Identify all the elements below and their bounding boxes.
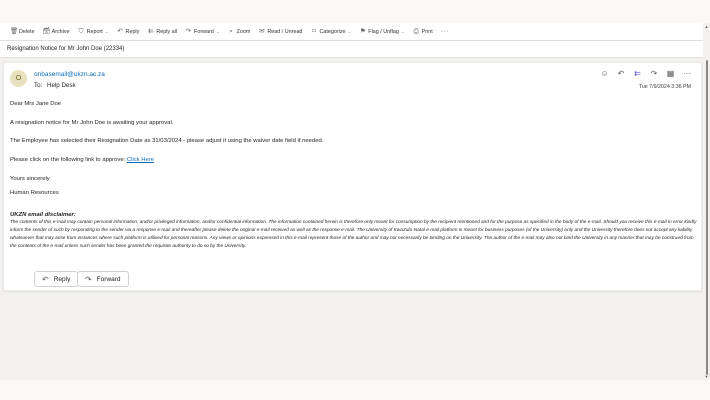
reply-all-icon[interactable]: ⇇ bbox=[632, 69, 644, 79]
scroll-up-arrow-icon[interactable]: ▲ bbox=[704, 24, 709, 30]
reply-icon[interactable]: ↶ bbox=[615, 69, 627, 79]
chevron-down-icon[interactable]: ⌄ bbox=[105, 29, 109, 35]
toolbar-button-label: Print bbox=[421, 28, 433, 35]
reply-icon: ↶ bbox=[42, 274, 49, 284]
toolbar-button-label: Reply all bbox=[156, 28, 178, 35]
toolbar-zoom-button[interactable]: ⌕ Zoom bbox=[224, 25, 255, 39]
disclaimer-title: UKZN email disclaimer: bbox=[10, 212, 76, 218]
forward-button-label: Forward bbox=[96, 275, 121, 283]
reply-button-label: Reply bbox=[53, 275, 71, 283]
disclaimer-text: The contents of this e-mail may contain … bbox=[10, 220, 697, 249]
command-toolbar: 🗑 Delete 🗃 Archive ⛉ Report ⌄ ↶ Reply ⇇ Reply all ↷… bbox=[0, 23, 703, 41]
sender-email[interactable]: onbasemail@ukzn.ac.za bbox=[34, 71, 105, 78]
toolbar-button-label: Archive bbox=[51, 28, 70, 35]
toolbar-read-unread-button[interactable]: ✉ Read / Unread bbox=[254, 25, 306, 39]
message-card: O onbasemail@ukzn.ac.za To: Help Desk ☺ ↶… bbox=[3, 62, 702, 291]
printer-icon: ⎙ bbox=[413, 28, 419, 35]
toolbar-button-label: Forward bbox=[194, 28, 214, 35]
toolbar-print-button[interactable]: ⎙ Print bbox=[409, 25, 437, 39]
toolbar-forward-button[interactable]: ↷ Forward ⌄ bbox=[181, 25, 224, 39]
trash-icon: 🗑 bbox=[10, 28, 19, 35]
message-date: Tue 7/9/2024 3:36 PM bbox=[638, 84, 691, 90]
toolbar-button-label: Delete bbox=[19, 28, 35, 35]
approve-link[interactable]: Click Here bbox=[127, 157, 154, 163]
tag-icon: ⌑ bbox=[312, 28, 316, 35]
toolbar-reply-button[interactable]: ↶ Reply bbox=[113, 25, 144, 39]
chevron-down-icon[interactable]: ⌄ bbox=[401, 29, 405, 35]
toolbar-report-button[interactable]: ⛉ Report ⌄ bbox=[74, 25, 113, 39]
toolbar-archive-button[interactable]: 🗃 Archive bbox=[39, 25, 74, 39]
chevron-down-icon[interactable]: ⌄ bbox=[348, 29, 352, 35]
bottom-strip bbox=[0, 380, 710, 400]
reply-all-icon: ⇇ bbox=[148, 28, 154, 35]
reply-button[interactable]: ↶ Reply bbox=[34, 271, 79, 287]
toolbar-button-label: Read / Unread bbox=[267, 28, 303, 35]
toolbar-button-label: Zoom bbox=[236, 28, 251, 35]
avatar[interactable]: O bbox=[10, 70, 27, 87]
body-line-2: The Employee has selected their Resignat… bbox=[10, 138, 324, 144]
closing: Yours sincerely bbox=[10, 176, 50, 182]
more-icon[interactable]: ··· bbox=[681, 69, 693, 79]
more-options-icon[interactable]: ··· bbox=[437, 25, 454, 39]
reply-icon: ↶ bbox=[117, 28, 123, 35]
signature: Human Resources bbox=[10, 190, 59, 196]
to-label: To: bbox=[34, 82, 43, 89]
shield-report-icon: ⛉ bbox=[78, 28, 84, 35]
recipient-line: To: Help Desk bbox=[34, 82, 76, 89]
toolbar-button-label: Categorize bbox=[319, 28, 346, 35]
toolbar-flag-unflag-button[interactable]: ⚑ Flag / Unflag ⌄ bbox=[355, 25, 408, 39]
message-actions: ☺ ↶ ⇇ ↷ ▦ ··· bbox=[594, 69, 693, 79]
forward-icon: ↷ bbox=[185, 28, 192, 35]
subject-bar: Resignation Notice for Mr John Doe (2233… bbox=[0, 41, 703, 58]
flag-icon: ⚑ bbox=[359, 28, 366, 35]
toolbar-categorize-button[interactable]: ⌑ Categorize ⌄ bbox=[306, 25, 355, 39]
grid-icon[interactable]: ▦ bbox=[665, 69, 677, 79]
forward-icon[interactable]: ↷ bbox=[648, 69, 660, 79]
scrollbar-thumb[interactable] bbox=[705, 60, 708, 375]
zoom-icon: ⌕ bbox=[229, 28, 233, 35]
toolbar-button-label: Report bbox=[86, 28, 103, 35]
archive-icon: 🗃 bbox=[42, 28, 51, 35]
toolbar-delete-button[interactable]: 🗑 Delete bbox=[6, 25, 39, 39]
toolbar-reply-all-button[interactable]: ⇇ Reply all bbox=[143, 25, 181, 39]
chevron-down-icon[interactable]: ⌄ bbox=[216, 29, 220, 35]
body-line-1: A resignation notice for Mr John Doe is … bbox=[10, 120, 174, 126]
toolbar-button-label: Reply bbox=[125, 28, 140, 35]
approve-text: Please click on the following link to ap… bbox=[10, 157, 127, 163]
envelope-icon: ✉ bbox=[259, 28, 265, 35]
forward-icon: ↷ bbox=[85, 274, 92, 284]
emoji-icon[interactable]: ☺ bbox=[599, 69, 611, 79]
top-strip bbox=[0, 0, 710, 23]
toolbar-button-label: Flag / Unflag bbox=[368, 28, 399, 35]
recipient-name[interactable]: Help Desk bbox=[47, 82, 76, 89]
forward-button[interactable]: ↷ Forward bbox=[77, 271, 129, 287]
greeting: Dear Mrs Jane Doe bbox=[10, 101, 62, 107]
subject-title: Resignation Notice for Mr John Doe (2233… bbox=[7, 46, 125, 52]
body-line-3: Please click on the following link to ap… bbox=[10, 157, 154, 163]
